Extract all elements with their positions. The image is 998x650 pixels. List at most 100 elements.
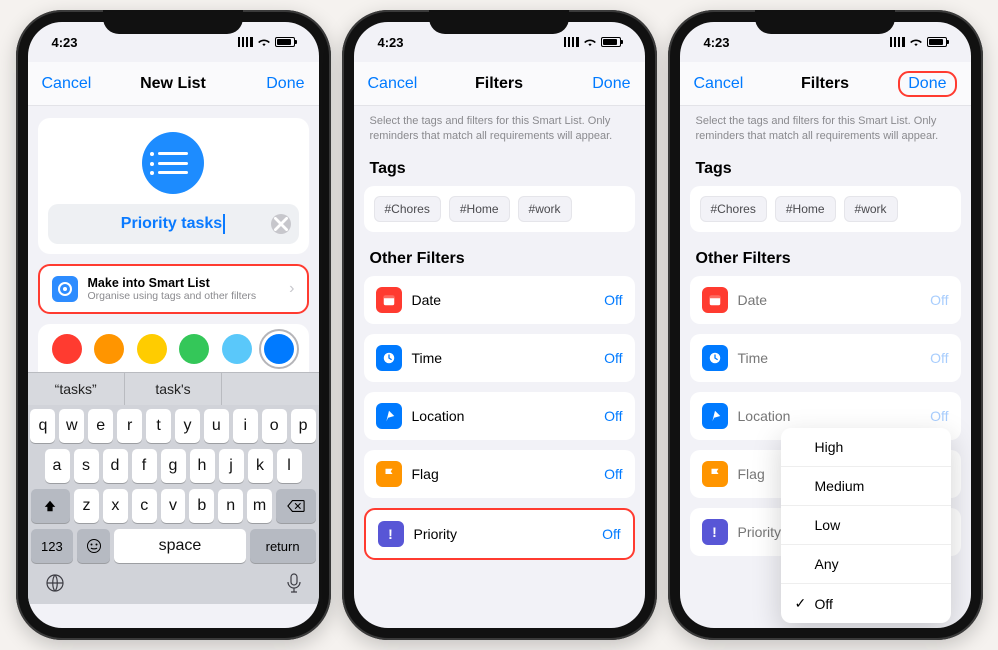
key-i[interactable]: i [233,409,258,443]
done-button[interactable]: Done [266,75,304,93]
cancel-button[interactable]: Cancel [42,75,92,93]
list-icon[interactable] [142,132,204,194]
done-button[interactable]: Done [592,75,630,93]
text-cursor [223,214,225,234]
key-q[interactable]: q [30,409,55,443]
navbar: Cancel Filters Done [354,62,645,106]
key-x[interactable]: x [103,489,128,523]
tag-chip[interactable]: #Home [775,196,836,222]
key-z[interactable]: z [74,489,99,523]
notch [103,10,243,34]
key-d[interactable]: d [103,449,128,483]
key-m[interactable]: m [247,489,272,523]
key-a[interactable]: a [45,449,70,483]
key-l[interactable]: l [277,449,302,483]
backspace-icon [287,499,305,513]
globe-icon [45,573,65,593]
filter-row-date[interactable]: DateOff [690,276,961,324]
color-swatch[interactable] [179,334,209,364]
filter-row-priority[interactable]: !PriorityOff [364,508,635,560]
screen: 4:23 Cancel New List Done Priority tasks [28,22,319,628]
emoji-key[interactable] [77,529,110,563]
tag-chip[interactable]: #work [844,196,898,222]
key-g[interactable]: g [161,449,186,483]
key-o[interactable]: o [262,409,287,443]
done-button[interactable]: Done [898,71,956,97]
key-v[interactable]: v [161,489,186,523]
cancel-button[interactable]: Cancel [368,75,418,93]
key-u[interactable]: u [204,409,229,443]
key-s[interactable]: s [74,449,99,483]
filter-row-time[interactable]: TimeOff [364,334,635,382]
status-time: 4:23 [378,35,404,50]
tag-chip[interactable]: #Chores [374,196,441,222]
filter-row-location[interactable]: LocationOff [364,392,635,440]
priority-popup-menu: HighMedium Low Any✓Off [781,428,951,623]
numbers-key[interactable]: 123 [31,529,74,563]
filter-row-time[interactable]: TimeOff [690,334,961,382]
keyboard-suggestions: “tasks”task's [28,372,319,405]
smart-list-row[interactable]: Make into Smart List Organise using tags… [38,264,309,314]
color-swatch[interactable] [94,334,124,364]
filter-row-flag[interactable]: FlagOff [364,450,635,498]
filter-value: Off [604,408,622,424]
key-b[interactable]: b [189,489,214,523]
shift-key[interactable] [31,489,71,523]
key-r[interactable]: r [117,409,142,443]
gear-badge-icon [57,281,73,297]
key-p[interactable]: p [291,409,316,443]
key-j[interactable]: j [219,449,244,483]
emoji-icon [86,538,102,554]
key-f[interactable]: f [132,449,157,483]
navbar: Cancel Filters Done [680,62,971,106]
key-n[interactable]: n [218,489,243,523]
filter-row-date[interactable]: DateOff [364,276,635,324]
tags-row: #Chores #Home #work [690,186,961,232]
notch [429,10,569,34]
key-h[interactable]: h [190,449,215,483]
clear-text-button[interactable] [271,214,291,234]
key-w[interactable]: w [59,409,84,443]
color-swatch[interactable] [222,334,252,364]
filter-label: Time [412,350,595,366]
section-tags-header: Tags [680,154,971,186]
keyboard-suggestion[interactable]: task's [125,373,222,405]
key-y[interactable]: y [175,409,200,443]
filter-label: Time [738,350,921,366]
popup-option-label: Low [815,517,841,533]
cancel-button[interactable]: Cancel [694,75,744,93]
explain-text: Select the tags and filters for this Sma… [354,106,645,154]
popup-option[interactable]: Medium [781,467,951,506]
dictate-key[interactable] [286,573,302,598]
popup-option[interactable]: High [781,428,951,467]
tag-chip[interactable]: #Chores [700,196,767,222]
keyboard-suggestion[interactable]: “tasks” [28,373,125,405]
popup-option[interactable]: Low [781,506,951,545]
popup-option[interactable]: ✓Off [781,584,951,623]
flag-icon [702,461,728,487]
keyboard-suggestion[interactable] [222,373,318,405]
key-e[interactable]: e [88,409,113,443]
color-swatch[interactable] [137,334,167,364]
keyboard[interactable]: qwertyuiop asdfghjkl zxcvbnm 123 [28,405,319,604]
list-name-input[interactable]: Priority tasks [48,204,299,244]
key-t[interactable]: t [146,409,171,443]
key-k[interactable]: k [248,449,273,483]
return-key[interactable]: return [250,529,316,563]
popup-option[interactable]: Any [781,545,951,584]
smart-list-subtitle: Organise using tags and other filters [88,290,280,302]
color-swatch[interactable] [264,334,294,364]
globe-key[interactable] [45,573,65,598]
cellular-signal-icon [238,37,253,47]
filter-label: Flag [412,466,595,482]
tag-chip[interactable]: #work [518,196,572,222]
space-key[interactable]: space [114,529,246,563]
content: Select the tags and filters for this Sma… [354,106,645,628]
battery-icon [275,37,295,47]
tag-chip[interactable]: #Home [449,196,510,222]
backspace-key[interactable] [276,489,316,523]
list-icon-card: Priority tasks [38,118,309,254]
key-c[interactable]: c [132,489,157,523]
content: Select the tags and filters for this Sma… [680,106,971,628]
color-swatch[interactable] [52,334,82,364]
